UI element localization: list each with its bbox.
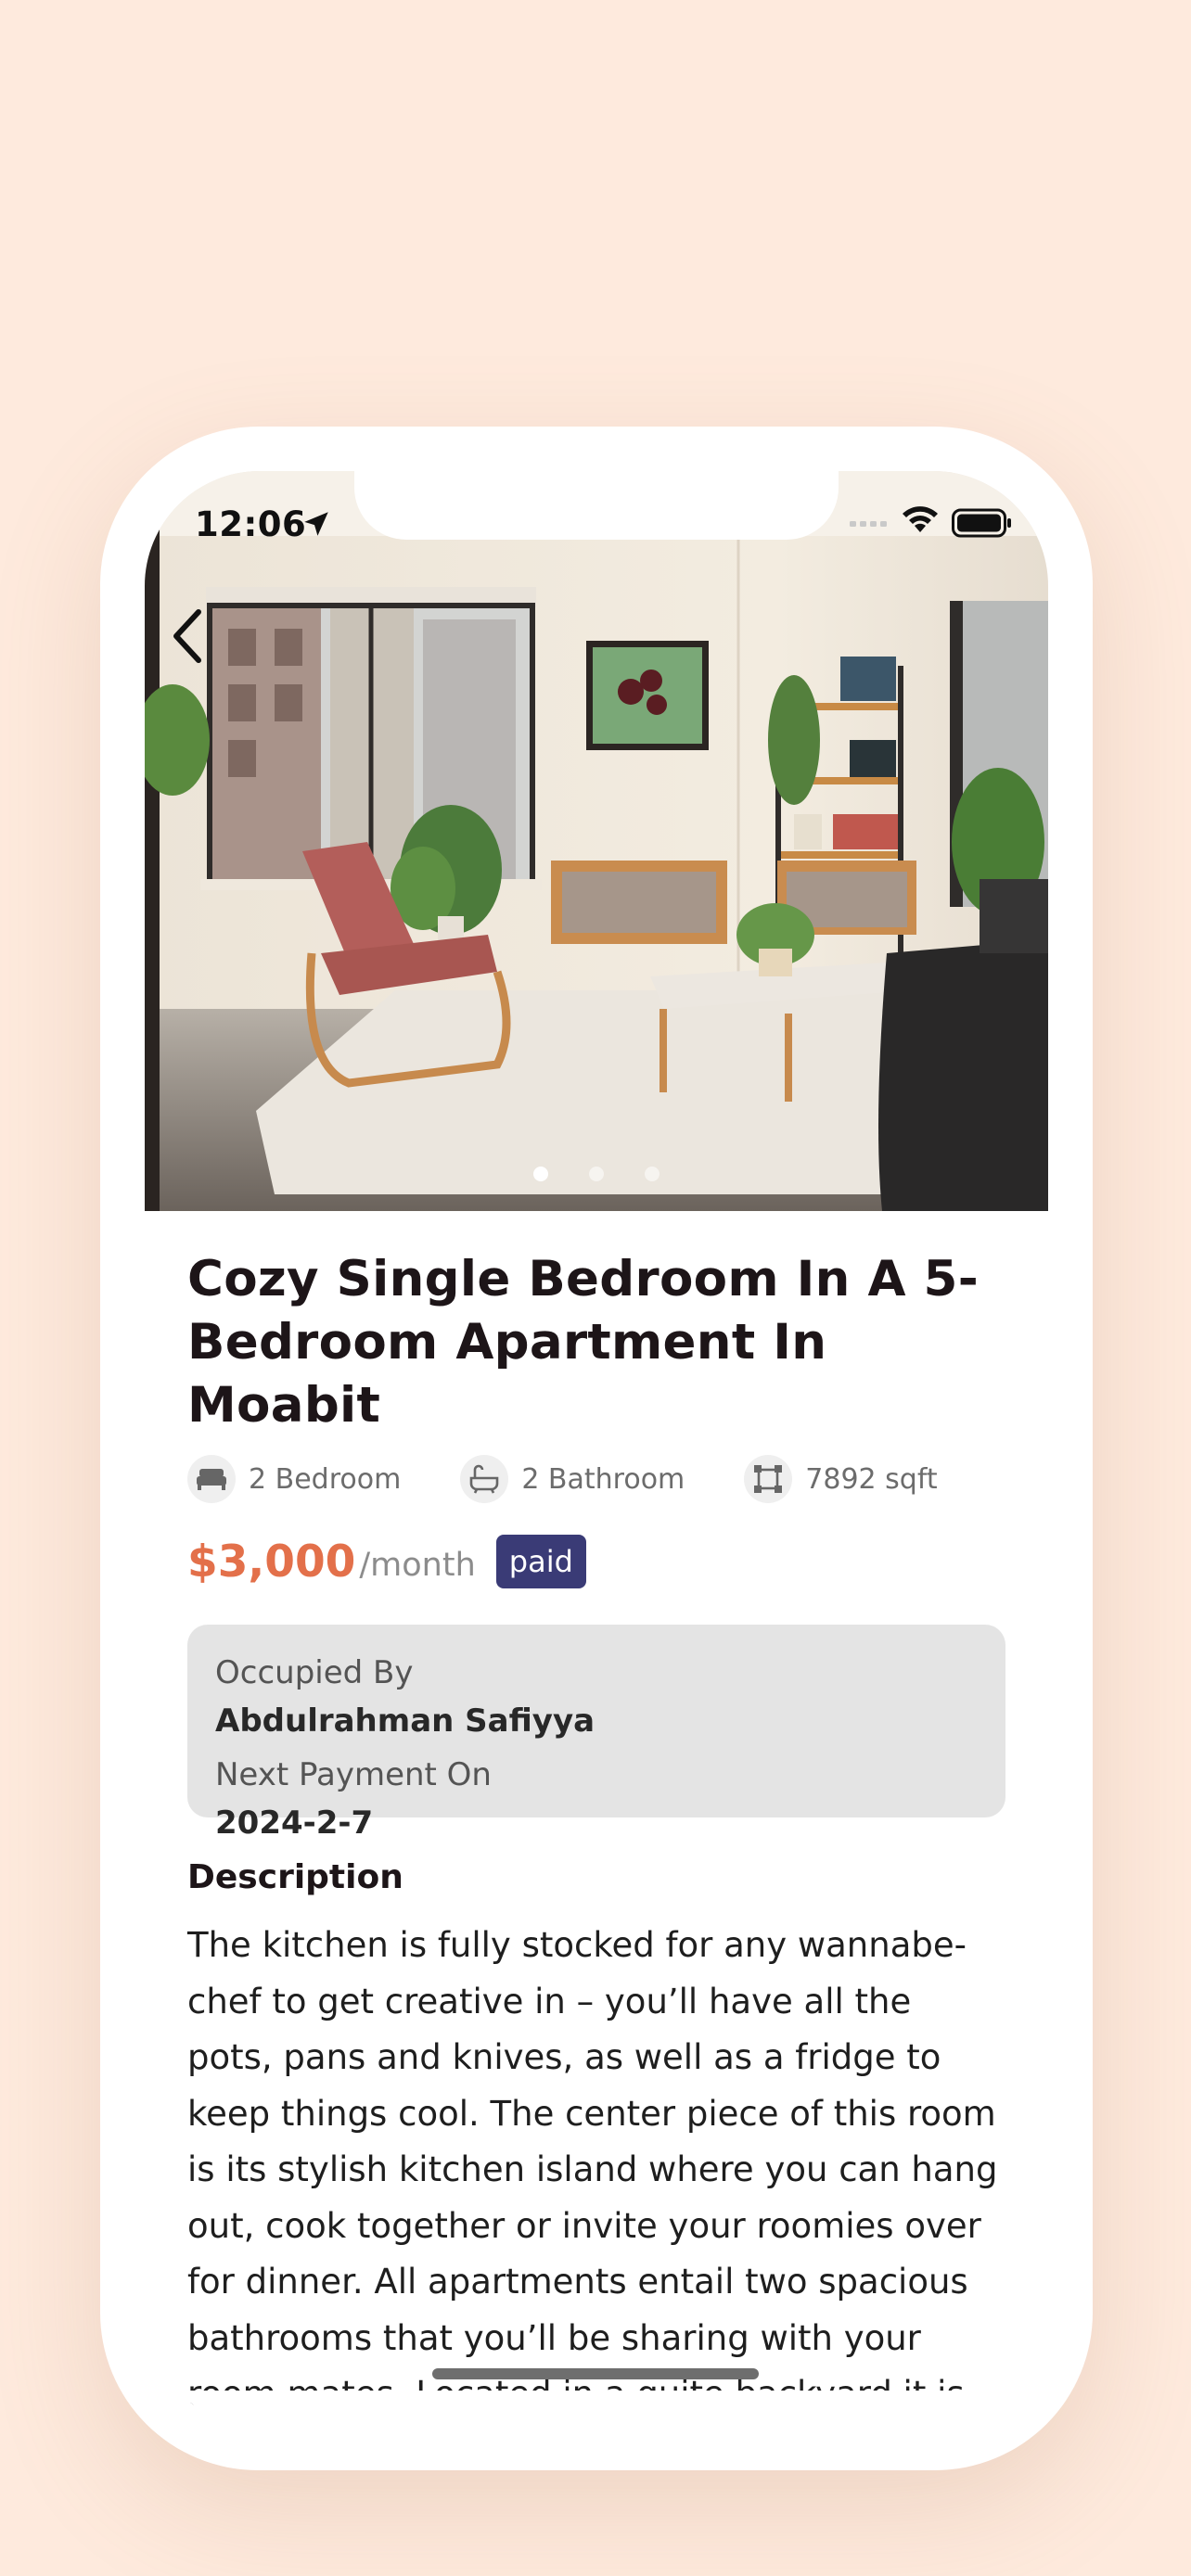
carousel-dot-2[interactable] [589,1167,604,1181]
rent-price: $3,000 [187,1536,356,1588]
status-time: 12:06 [195,504,307,544]
wifi-icon [903,506,938,532]
feature-bathrooms-label: 2 Bathroom [521,1462,685,1496]
description-text: The kitchen is fully stocked for any wan… [187,1925,998,2414]
listing-details: Cozy Single Bedroom In A 5-Bedroom Apart… [187,1248,1005,2426]
bathtub-icon [460,1455,509,1503]
location-arrow-icon [304,512,328,536]
next-payment-label: Next Payment On [215,1756,492,1793]
app-screen: 12:06 Cozy Single Bedroom In A 5-Bedroom… [145,471,1048,2426]
next-payment-date: 2024-2-7 [215,1804,374,1842]
listing-title: Cozy Single Bedroom In A 5-Bedroom Apart… [187,1251,979,1434]
home-indicator[interactable] [432,2368,759,2379]
device-notch [354,471,839,540]
battery-icon [952,508,1011,538]
bed-icon [187,1455,236,1503]
back-chevron-icon[interactable] [158,599,213,673]
rent-period: /month [359,1547,476,1584]
payment-status-badge: paid [495,1535,586,1588]
feature-area-label: 7892 sqft [805,1462,938,1496]
carousel-dot-1[interactable] [533,1167,548,1181]
feature-bedrooms: 2 Bedroom [187,1455,401,1503]
property-photo-carousel[interactable] [145,471,1048,1211]
carousel-dot-3[interactable] [645,1167,660,1181]
phone-frame: 12:06 Cozy Single Bedroom In A 5-Bedroom… [100,427,1093,2470]
carousel-pager[interactable] [145,1167,1048,1181]
occupied-by-label: Occupied By [215,1654,414,1691]
screen-bottom-edge [145,2391,1048,2426]
feature-bedrooms-label: 2 Bedroom [249,1462,402,1496]
price-row: $3,000 /month paid [187,1532,1005,1591]
feature-row: 2 Bedroom 2 Bathroom 7892 sqft [187,1452,1005,1506]
description-heading: Description [187,1858,403,1896]
cellular-signal-icon [850,521,887,527]
occupancy-card: Occupied By Abdulrahman Safiyya Next Pay… [187,1625,1005,1842]
occupant-name: Abdulrahman Safiyya [215,1702,596,1740]
feature-area: 7892 sqft [744,1455,938,1503]
area-icon [744,1455,793,1503]
feature-bathrooms: 2 Bathroom [460,1455,685,1503]
living-room-photo [145,471,1048,1211]
